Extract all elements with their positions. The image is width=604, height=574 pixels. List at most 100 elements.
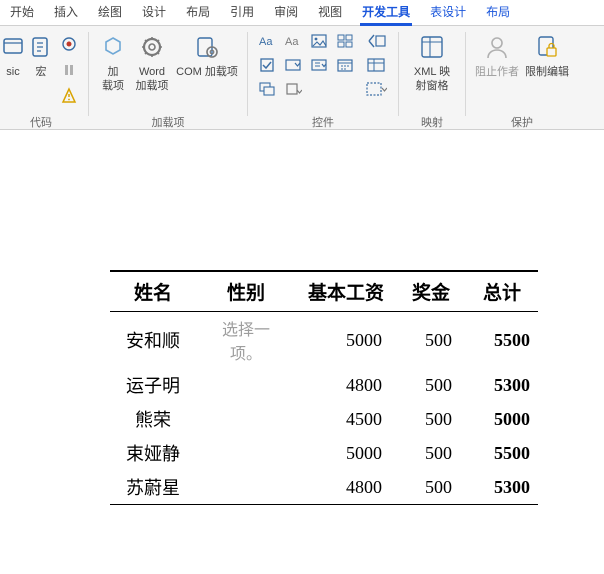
table-header-row: 姓名 性别 基本工资 奖金 总计 — [110, 271, 538, 312]
cell-total[interactable]: 5300 — [466, 470, 538, 505]
group-label-code: 代码 — [30, 111, 52, 129]
control-properties-icon[interactable] — [360, 53, 392, 77]
cell-name[interactable]: 运子明 — [110, 368, 196, 402]
cell-bonus[interactable]: 500 — [396, 368, 466, 402]
ribbon-group-mapping: XML 映 射窗格 映射 — [401, 26, 463, 129]
macros-icon — [27, 33, 55, 61]
group-label-addins: 加载项 — [152, 111, 185, 129]
repeating-section-control-icon[interactable] — [254, 77, 280, 101]
word-addins-button[interactable]: Word 加载项 — [131, 29, 173, 93]
cell-bonus[interactable]: 500 — [396, 470, 466, 505]
group-sep — [247, 32, 248, 116]
cell-total[interactable]: 5300 — [466, 368, 538, 402]
cell-base[interactable]: 5000 — [296, 436, 396, 470]
date-picker-control-icon[interactable] — [332, 53, 358, 77]
group-label-controls: 控件 — [312, 111, 334, 129]
ribbon-group-addins: 加 载项 Word 加载项 COM 加载项 加载项 — [91, 26, 245, 129]
tab-references[interactable]: 引用 — [220, 0, 264, 26]
cell-base[interactable]: 4800 — [296, 470, 396, 505]
restrict-editing-icon — [533, 33, 561, 61]
cell-name[interactable]: 安和顺 — [110, 312, 196, 369]
tab-view[interactable]: 视图 — [308, 0, 352, 26]
tab-home[interactable]: 开始 — [0, 0, 44, 26]
tab-table-design[interactable]: 表设计 — [420, 0, 476, 26]
checkbox-control-icon[interactable] — [254, 53, 280, 77]
cell-name[interactable]: 苏蔚星 — [110, 470, 196, 505]
ribbon-group-protect: 阻止作者 限制编辑 保护 — [468, 26, 576, 129]
tab-developer[interactable]: 开发工具 — [352, 0, 420, 26]
xml-mapping-pane-button[interactable]: XML 映 射窗格 — [405, 29, 459, 93]
tab-draw[interactable]: 绘图 — [88, 0, 132, 26]
visual-basic-label: sic — [6, 65, 19, 93]
cell-bonus[interactable]: 500 — [396, 312, 466, 369]
cell-gender[interactable] — [196, 470, 296, 505]
cell-total[interactable]: 5500 — [466, 436, 538, 470]
macro-security-icon[interactable] — [58, 85, 80, 107]
pause-recording-icon[interactable] — [58, 59, 80, 81]
cell-base[interactable]: 4500 — [296, 402, 396, 436]
group-sep — [465, 32, 466, 116]
cell-name[interactable]: 熊荣 — [110, 402, 196, 436]
dropdown-list-control-icon[interactable] — [306, 53, 332, 77]
legacy-tools-icon[interactable] — [280, 77, 306, 101]
cell-gender[interactable] — [196, 402, 296, 436]
visual-basic-button[interactable]: sic — [0, 29, 26, 93]
th-gender: 性别 — [196, 271, 296, 312]
restrict-editing-label: 限制编辑 — [525, 65, 569, 93]
com-addins-button[interactable]: COM 加载项 — [173, 29, 241, 93]
building-block-control-icon[interactable] — [332, 29, 358, 53]
com-addins-label: COM 加载项 — [176, 65, 238, 93]
visual-basic-icon — [0, 33, 27, 61]
cell-bonus[interactable]: 500 — [396, 402, 466, 436]
plain-text-control-icon[interactable]: Aa — [280, 29, 306, 53]
com-addins-icon — [193, 33, 221, 61]
tab-review[interactable]: 审阅 — [264, 0, 308, 26]
xml-mapping-icon — [418, 33, 446, 61]
tab-insert[interactable]: 插入 — [44, 0, 88, 26]
word-addins-label: Word 加载项 — [136, 65, 169, 93]
cell-gender-content-control[interactable]: 选择一项。 — [196, 312, 296, 369]
table-row[interactable]: 运子明 4800 500 5300 — [110, 368, 538, 402]
svg-text:Aa: Aa — [285, 36, 299, 48]
ribbon-tabs: 开始 插入 绘图 设计 布局 引用 审阅 视图 开发工具 表设计 布局 — [0, 0, 604, 26]
design-mode-icon[interactable] — [360, 29, 392, 53]
th-name: 姓名 — [110, 271, 196, 312]
th-base: 基本工资 — [296, 271, 396, 312]
group-label-protect: 保护 — [511, 111, 533, 129]
document-canvas[interactable]: 姓名 性别 基本工资 奖金 总计 安和顺 选择一项。 5000 500 5500… — [0, 130, 604, 574]
group-sep — [88, 32, 89, 116]
th-total: 总计 — [466, 271, 538, 312]
cell-base[interactable]: 4800 — [296, 368, 396, 402]
block-authors-icon — [483, 33, 511, 61]
picture-control-icon[interactable] — [306, 29, 332, 53]
tab-design[interactable]: 设计 — [132, 0, 176, 26]
ribbon-group-controls: Aa Aa — [250, 26, 396, 129]
cell-base[interactable]: 5000 — [296, 312, 396, 369]
rich-text-control-icon[interactable]: Aa — [254, 29, 280, 53]
ribbon-group-code: sic 宏 代码 — [0, 26, 86, 129]
cell-total[interactable]: 5500 — [466, 312, 538, 369]
record-macro-icon[interactable] — [58, 33, 80, 55]
cell-name[interactable]: 束娅静 — [110, 436, 196, 470]
restrict-editing-button[interactable]: 限制编辑 — [522, 29, 572, 93]
block-authors-label: 阻止作者 — [475, 65, 519, 93]
xml-mapping-label: XML 映 射窗格 — [414, 65, 450, 93]
cell-gender[interactable] — [196, 436, 296, 470]
table-row[interactable]: 熊荣 4500 500 5000 — [110, 402, 538, 436]
cell-gender[interactable] — [196, 368, 296, 402]
cell-bonus[interactable]: 500 — [396, 436, 466, 470]
block-authors-button[interactable]: 阻止作者 — [472, 29, 522, 93]
group-controls-icon[interactable] — [360, 77, 392, 101]
addins-button[interactable]: 加 载项 — [95, 29, 131, 93]
macros-button[interactable]: 宏 — [26, 29, 56, 93]
table-row[interactable]: 安和顺 选择一项。 5000 500 5500 — [110, 312, 538, 369]
group-label-mapping: 映射 — [421, 111, 443, 129]
cell-total[interactable]: 5000 — [466, 402, 538, 436]
tab-table-layout[interactable]: 布局 — [476, 0, 520, 26]
content-control-placeholder[interactable]: 选择一项。 — [222, 322, 270, 363]
salary-table[interactable]: 姓名 性别 基本工资 奖金 总计 安和顺 选择一项。 5000 500 5500… — [110, 270, 538, 505]
tab-layout[interactable]: 布局 — [176, 0, 220, 26]
combo-box-control-icon[interactable] — [280, 53, 306, 77]
table-row[interactable]: 苏蔚星 4800 500 5300 — [110, 470, 538, 505]
table-row[interactable]: 束娅静 5000 500 5500 — [110, 436, 538, 470]
